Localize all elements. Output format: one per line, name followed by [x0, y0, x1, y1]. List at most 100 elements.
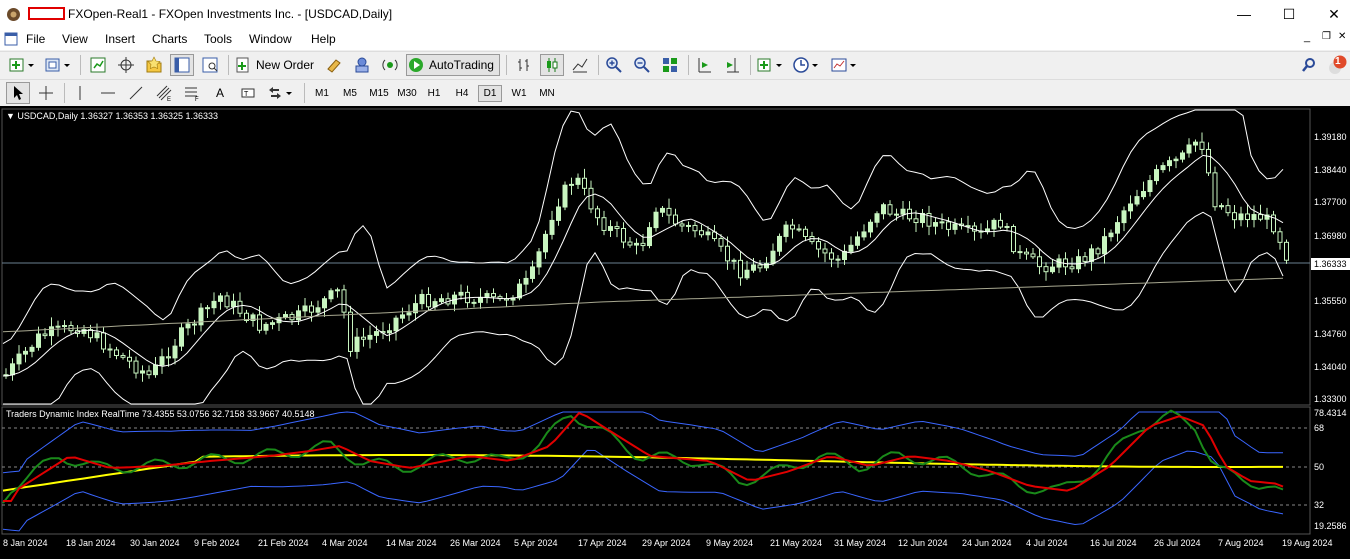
candle-body: [283, 314, 288, 318]
date-label-12: 9 May 2024: [706, 538, 754, 548]
candle-body: [127, 356, 132, 362]
chart-window[interactable]: ▼ USDCAD,Daily 1.36327 1.36353 1.36325 1…: [0, 106, 1350, 559]
market-watch-icon[interactable]: [86, 54, 110, 76]
tdi-axis-label-3: 50: [1314, 462, 1325, 472]
child-close-icon[interactable]: ✕: [1338, 31, 1346, 42]
data-window-icon[interactable]: [170, 54, 194, 76]
date-label-20: 7 Aug 2024: [1218, 538, 1264, 548]
candle-body: [647, 227, 652, 247]
candle-body: [224, 295, 230, 308]
candle-body: [153, 364, 158, 376]
vertical-line-icon[interactable]: [68, 82, 92, 104]
equidistant-channel-icon[interactable]: E: [152, 82, 176, 104]
candle-body: [549, 219, 555, 235]
line-chart-icon[interactable]: [568, 54, 592, 76]
timeframe-m30[interactable]: M30: [394, 85, 420, 102]
candle-body: [666, 207, 672, 216]
timeframe-m5[interactable]: M5: [338, 85, 362, 102]
auto-scroll-icon[interactable]: [692, 54, 716, 76]
metaeditor-icon[interactable]: [322, 54, 346, 76]
menu-help[interactable]: Help: [311, 32, 336, 46]
terminal-icon[interactable]: [350, 54, 374, 76]
timeframe-m1[interactable]: M1: [310, 85, 334, 102]
text-tool-icon[interactable]: A: [208, 82, 232, 104]
notifications-icon[interactable]: 1: [1326, 54, 1348, 76]
timeframe-w1[interactable]: W1: [506, 85, 532, 102]
candle-body: [1154, 169, 1159, 182]
price-chart-canvas[interactable]: [0, 106, 1350, 559]
minimize-button[interactable]: —: [1233, 4, 1255, 24]
candle-body: [1030, 253, 1036, 258]
candle-body: [1245, 213, 1250, 221]
candle-body: [692, 224, 698, 232]
candle-body: [419, 293, 425, 305]
chart-shift-icon[interactable]: [720, 54, 744, 76]
autotrading-button[interactable]: AutoTrading: [406, 54, 500, 76]
crosshair-icon[interactable]: [114, 54, 138, 76]
cursor-icon[interactable]: [6, 82, 30, 104]
timeframe-mn[interactable]: MN: [534, 85, 560, 102]
timeframe-h1[interactable]: H1: [422, 85, 446, 102]
tdi-axis-label-2: 68: [1314, 423, 1325, 433]
menu-insert[interactable]: Insert: [105, 32, 135, 46]
candle-body: [218, 295, 223, 302]
date-label-3: 30 Jan 2024: [130, 538, 180, 548]
new-order-button[interactable]: New Order: [234, 54, 318, 76]
timeframe-h4[interactable]: H4: [450, 85, 474, 102]
menu-bar: File View Insert Charts Tools Window Hel…: [0, 29, 1350, 50]
menu-charts[interactable]: Charts: [152, 32, 187, 46]
text-label-icon[interactable]: T: [236, 82, 260, 104]
date-label-16: 24 Jun 2024: [962, 538, 1012, 548]
periods-icon[interactable]: [790, 54, 822, 76]
candle-body: [146, 370, 152, 376]
candle-body: [1219, 205, 1224, 208]
menu-window[interactable]: Window: [249, 32, 292, 46]
strategy-tester-icon[interactable]: [198, 54, 222, 76]
candle-body: [16, 353, 22, 365]
navigator-icon[interactable]: [142, 54, 166, 76]
zoom-in-icon[interactable]: [602, 54, 626, 76]
zoom-out-icon[interactable]: [630, 54, 654, 76]
horizontal-line-icon[interactable]: [96, 82, 120, 104]
trendline-icon[interactable]: [124, 82, 148, 104]
chart-window-icon[interactable]: [4, 32, 18, 46]
candle-body: [933, 222, 938, 227]
candle-body: [1037, 256, 1042, 268]
menu-tools[interactable]: Tools: [204, 32, 232, 46]
search-icon[interactable]: [1298, 54, 1320, 76]
signals-icon[interactable]: [378, 54, 402, 76]
bar-chart-icon[interactable]: [512, 54, 536, 76]
date-label-14: 31 May 2024: [834, 538, 887, 548]
templates-icon[interactable]: [828, 54, 860, 76]
candle-body: [439, 298, 444, 303]
new-chart-icon[interactable]: [6, 54, 38, 76]
tdi-axis-label-5: 19.2586: [1314, 521, 1347, 531]
price-label-2: 1.38440: [1314, 165, 1347, 175]
candle-body: [1050, 266, 1055, 273]
menu-file[interactable]: File: [26, 32, 45, 46]
candle-body: [738, 259, 743, 279]
arrows-icon[interactable]: [264, 82, 296, 104]
fibonacci-icon[interactable]: F: [180, 82, 204, 104]
window-title: FXOpen-Real1 - FXOpen Investments Inc. -…: [68, 7, 393, 21]
candle-body: [1024, 251, 1029, 255]
candle-body: [1277, 231, 1283, 243]
maximize-button[interactable]: ☐: [1278, 4, 1300, 24]
candle-body: [530, 266, 535, 279]
profiles-icon[interactable]: [42, 54, 74, 76]
close-button[interactable]: ✕: [1323, 4, 1345, 24]
indicators-icon[interactable]: [754, 54, 786, 76]
tile-windows-icon[interactable]: [658, 54, 682, 76]
line-studies-toolbar: E F A T M1 M5 M15 M30 H1 H4 D1 W1 MN: [0, 79, 1350, 105]
timeframe-m15[interactable]: M15: [366, 85, 392, 102]
menu-view[interactable]: View: [62, 32, 88, 46]
child-minimize-icon[interactable]: _: [1304, 31, 1310, 43]
candle-body: [1011, 226, 1016, 253]
candle-body: [796, 228, 802, 231]
candlestick-icon[interactable]: [540, 54, 564, 76]
timeframe-d1[interactable]: D1: [478, 85, 502, 102]
candle-body: [1115, 222, 1120, 234]
candle-body: [894, 213, 899, 216]
crosshair-tool-icon[interactable]: [34, 82, 58, 104]
child-restore-icon[interactable]: ❐: [1322, 31, 1331, 42]
